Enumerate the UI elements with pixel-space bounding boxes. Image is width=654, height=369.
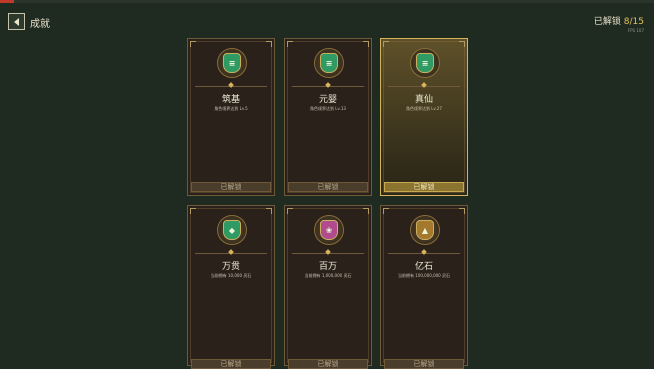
green-coin-icon: ◆ (223, 220, 241, 240)
achievement-emblem: ◆ (217, 215, 247, 245)
achievement-status: 已解锁 (191, 359, 271, 369)
achievement-name: 百万 (318, 262, 337, 272)
achievement-card[interactable]: ≡ 筑基 角色境界达到 Lv.5 已解锁 (187, 38, 275, 196)
card-corner (190, 41, 196, 47)
card-corner (363, 41, 369, 47)
card-corner (287, 208, 293, 214)
achievement-condition: 当前拥有 100,000,000 灵石 (398, 273, 450, 278)
achievement-name: 亿石 (414, 262, 433, 272)
back-button[interactable] (8, 13, 25, 30)
back-arrow-icon (14, 17, 19, 26)
achievement-card[interactable]: ▲ 亿石 当前拥有 100,000,000 灵石 已解锁 (380, 205, 468, 369)
achievement-emblem: ≡ (217, 48, 247, 78)
card-corner (266, 41, 272, 47)
achievement-status: 已解锁 (384, 359, 464, 369)
achievement-status: 已解锁 (288, 359, 368, 369)
card-corner (459, 208, 465, 214)
achievement-condition: 角色境界达到 Lv.13 (310, 106, 346, 111)
fps-counter: FPS 107 (627, 28, 644, 33)
achievement-name: 真仙 (414, 95, 433, 105)
achievement-card-selected[interactable]: ≡ 真仙 角色境界达到 Lv.27 已解锁 (380, 38, 468, 196)
achievement-name: 筑基 (221, 95, 240, 105)
achievement-status: 已解锁 (191, 182, 271, 192)
pink-gem-icon: ❀ (320, 220, 338, 240)
achievement-status: 已解锁 (384, 182, 464, 192)
achievement-emblem: ❀ (314, 215, 344, 245)
achievement-condition: 角色境界达到 Lv.27 (406, 106, 442, 111)
achievement-name: 元婴 (318, 95, 337, 105)
card-corner (287, 41, 293, 47)
card-corner (383, 41, 389, 47)
achievement-card[interactable]: ◆ 万贯 当前拥有 10,000 灵石 已解锁 (187, 205, 275, 369)
card-corner (266, 208, 272, 214)
achievement-status: 已解锁 (288, 182, 368, 192)
card-corner (459, 41, 465, 47)
green-pill-icon: ≡ (320, 53, 338, 73)
achievement-condition: 角色境界达到 Lv.5 (214, 106, 248, 111)
achievement-condition: 当前拥有 1,000,000 灵石 (304, 273, 352, 278)
window-top-strip (0, 0, 654, 3)
unlock-progress: 已解锁 8/15 (594, 14, 644, 27)
card-corner (190, 208, 196, 214)
unlock-progress-count: 8/15 (623, 17, 644, 27)
page-title: 成就 (30, 19, 50, 30)
green-pill-icon: ≡ (223, 53, 241, 73)
achievement-emblem: ▲ (410, 215, 440, 245)
achievement-emblem: ≡ (410, 48, 440, 78)
green-pill-icon: ≡ (416, 53, 434, 73)
achievement-card[interactable]: ≡ 元婴 角色境界达到 Lv.13 已解锁 (284, 38, 372, 196)
card-corner (383, 208, 389, 214)
achievement-name: 万贯 (221, 262, 240, 272)
achievement-card[interactable]: ❀ 百万 当前拥有 1,000,000 灵石 已解锁 (284, 205, 372, 369)
achievement-condition: 当前拥有 10,000 灵石 (210, 273, 252, 278)
gold-pyramid-icon: ▲ (416, 220, 434, 240)
unlock-progress-label: 已解锁 (593, 17, 621, 27)
card-corner (363, 208, 369, 214)
app-indicator (0, 0, 14, 3)
achievement-emblem: ≡ (314, 48, 344, 78)
